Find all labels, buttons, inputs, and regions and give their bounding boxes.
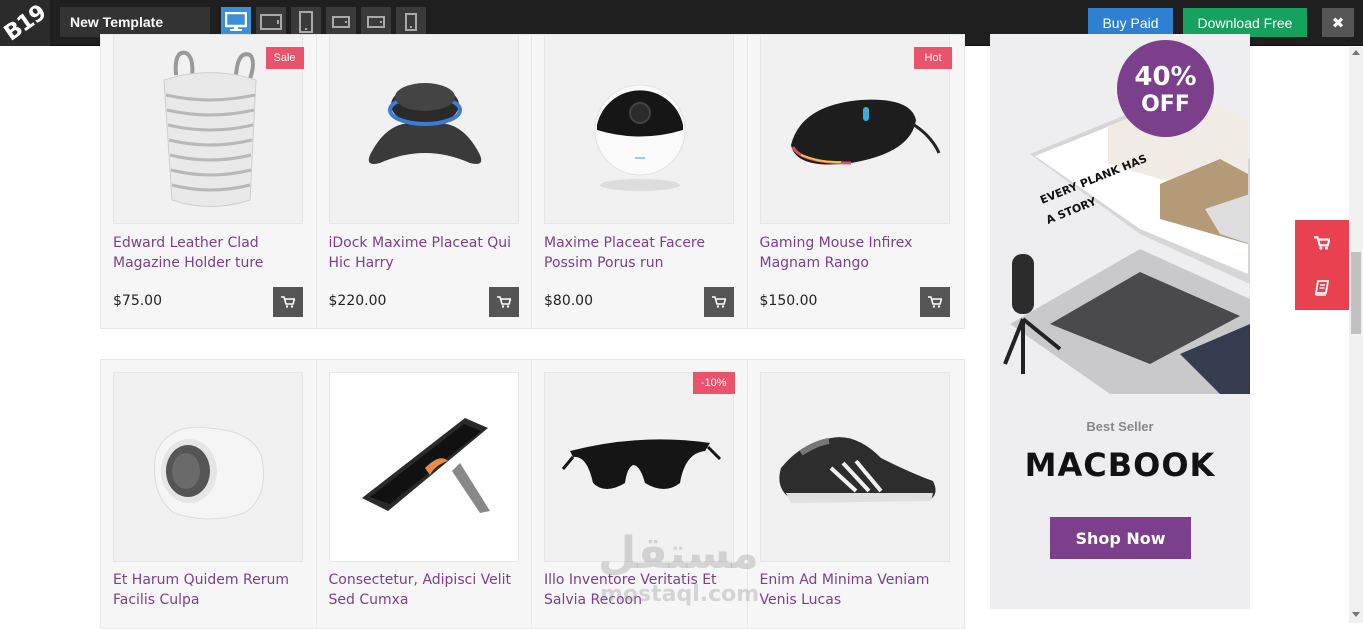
product-card: Enim Ad Minima Veniam Venis Lucas xyxy=(748,360,965,628)
close-button[interactable]: ✖ xyxy=(1322,8,1354,37)
product-image[interactable] xyxy=(328,372,519,562)
add-to-cart-button[interactable] xyxy=(488,287,519,317)
floating-book-button[interactable] xyxy=(1295,265,1349,310)
phone-icon[interactable] xyxy=(396,7,426,37)
discount-percent: 40% xyxy=(1134,62,1197,92)
scroll-up-icon[interactable] xyxy=(1352,50,1360,55)
cart-icon xyxy=(712,296,726,308)
buy-paid-button[interactable]: Buy Paid xyxy=(1088,8,1173,37)
logo[interactable]: B19 xyxy=(0,0,50,46)
scroll-thumb[interactable] xyxy=(1351,252,1361,334)
scroll-down-icon[interactable] xyxy=(1352,612,1360,617)
product-image[interactable] xyxy=(113,372,303,562)
hot-badge: Hot xyxy=(914,47,952,69)
cart-icon xyxy=(281,296,295,308)
tablet-landscape-icon[interactable] xyxy=(326,7,356,37)
cart-icon xyxy=(496,296,511,308)
product-row: Et Harum Quidem Rerum Facilis Culpa Cons… xyxy=(100,359,965,629)
product-price: $80.00 xyxy=(544,293,593,309)
product-card: Consectetur, Adipisci Velit Sed Cumxa xyxy=(317,360,532,628)
product-card: Hot Gaming Mouse Infirex Magnam Rango $1… xyxy=(748,34,965,328)
cart-icon xyxy=(927,296,942,308)
laptop-icon[interactable] xyxy=(256,7,286,37)
add-to-cart-button[interactable] xyxy=(704,287,734,317)
sale-badge: Sale xyxy=(265,47,304,69)
download-free-button[interactable]: Download Free xyxy=(1183,8,1307,37)
add-to-cart-button[interactable] xyxy=(919,287,950,317)
tablet-icon[interactable] xyxy=(291,7,321,37)
banner-title: MACBOOK xyxy=(1024,446,1216,484)
device-switcher xyxy=(221,7,426,37)
add-to-cart-button[interactable] xyxy=(273,287,303,317)
product-image[interactable] xyxy=(759,372,950,562)
product-row: Sale Edward Leather Clad Magazine Holder… xyxy=(100,34,965,329)
discount-badge: -10% xyxy=(692,372,735,394)
product-name[interactable]: Enim Ad Minima Veniam Venis Lucas xyxy=(760,570,960,610)
product-card: Maxime Placeat Facere Possim Porus run $… xyxy=(532,34,748,328)
floating-cart-button[interactable] xyxy=(1295,220,1349,265)
product-image[interactable] xyxy=(328,34,519,224)
banner-subtitle: Best Seller xyxy=(1086,419,1154,434)
shop-now-button[interactable]: Shop Now xyxy=(1050,517,1191,559)
product-price: $220.00 xyxy=(328,293,387,309)
product-card: Et Harum Quidem Rerum Facilis Culpa xyxy=(101,360,317,628)
phone-landscape-icon[interactable] xyxy=(361,7,391,37)
product-name[interactable]: Edward Leather Clad Magazine Holder ture xyxy=(113,233,313,273)
discount-word: OFF xyxy=(1141,92,1190,117)
product-card: Sale Edward Leather Clad Magazine Holder… xyxy=(101,34,317,328)
page-scrollbar[interactable] xyxy=(1349,47,1363,623)
desktop-icon[interactable] xyxy=(221,7,251,37)
product-name[interactable]: Consectetur, Adipisci Velit Sed Cumxa xyxy=(329,570,529,610)
product-price: $150.00 xyxy=(759,293,818,309)
promo-banner: EVERY PLANK HAS A STORY 40% OFF Best Sel… xyxy=(990,34,1250,609)
product-name[interactable]: Maxime Placeat Facere Possim Porus run xyxy=(544,233,744,273)
product-image[interactable] xyxy=(544,34,734,224)
cart-icon xyxy=(1314,235,1330,250)
template-name-field[interactable]: New Template xyxy=(60,7,210,37)
product-name[interactable]: Et Harum Quidem Rerum Facilis Culpa xyxy=(113,570,313,610)
watermark: مستقل mostaql.com xyxy=(598,528,760,608)
discount-circle: 40% OFF xyxy=(1117,40,1214,137)
product-card: iDock Maxime Placeat Qui Hic Harry $220.… xyxy=(317,34,532,328)
book-icon xyxy=(1315,279,1329,296)
product-name[interactable]: Gaming Mouse Infirex Magnam Rango xyxy=(760,233,960,273)
product-price: $75.00 xyxy=(113,293,162,309)
product-name[interactable]: iDock Maxime Placeat Qui Hic Harry xyxy=(329,233,529,273)
